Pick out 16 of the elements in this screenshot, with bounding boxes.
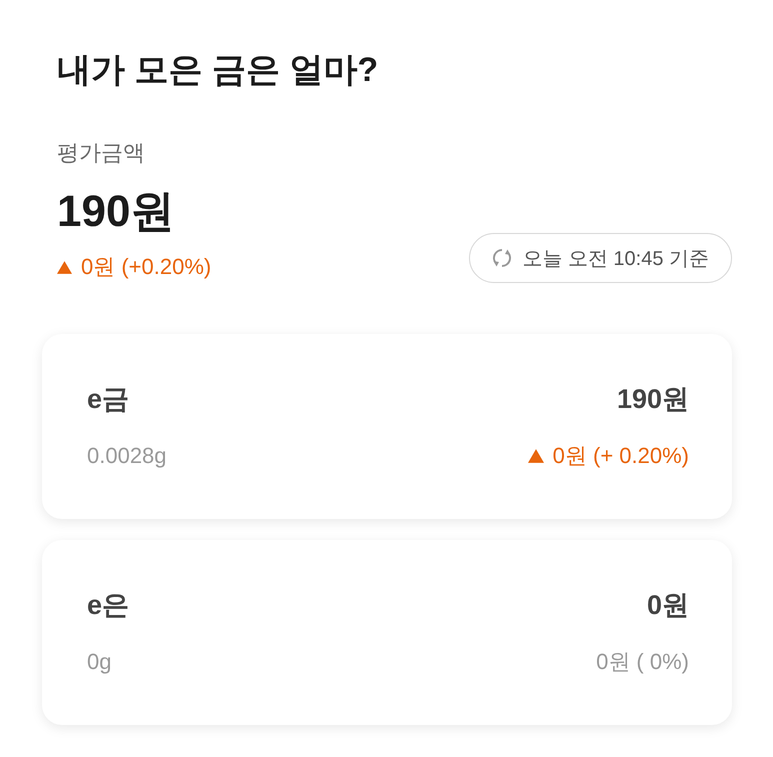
page-title: 내가 모은 금은 얼마? (57, 50, 378, 91)
asset-amount: 0원 (646, 589, 689, 622)
refresh-icon (492, 247, 512, 269)
valuation-label: 평가금액 (57, 139, 145, 167)
asset-change: 0원 ( 0%) (596, 648, 689, 676)
asset-amount: 190원 (616, 383, 689, 416)
valuation-amount: 190원 (57, 186, 174, 238)
asset-name: e금 (87, 383, 130, 416)
asset-weight: 0g (87, 648, 112, 676)
triangle-up-icon (528, 449, 544, 463)
valuation-change: 0원 (+0.20%) (81, 253, 212, 281)
asset-weight: 0.0028g (87, 442, 167, 470)
asset-name: e은 (87, 589, 130, 622)
asset-change: 0원 (+ 0.20%) (552, 442, 689, 470)
refresh-button[interactable]: 오늘 오전 10:45 기준 (469, 233, 732, 283)
triangle-up-icon (57, 260, 72, 274)
